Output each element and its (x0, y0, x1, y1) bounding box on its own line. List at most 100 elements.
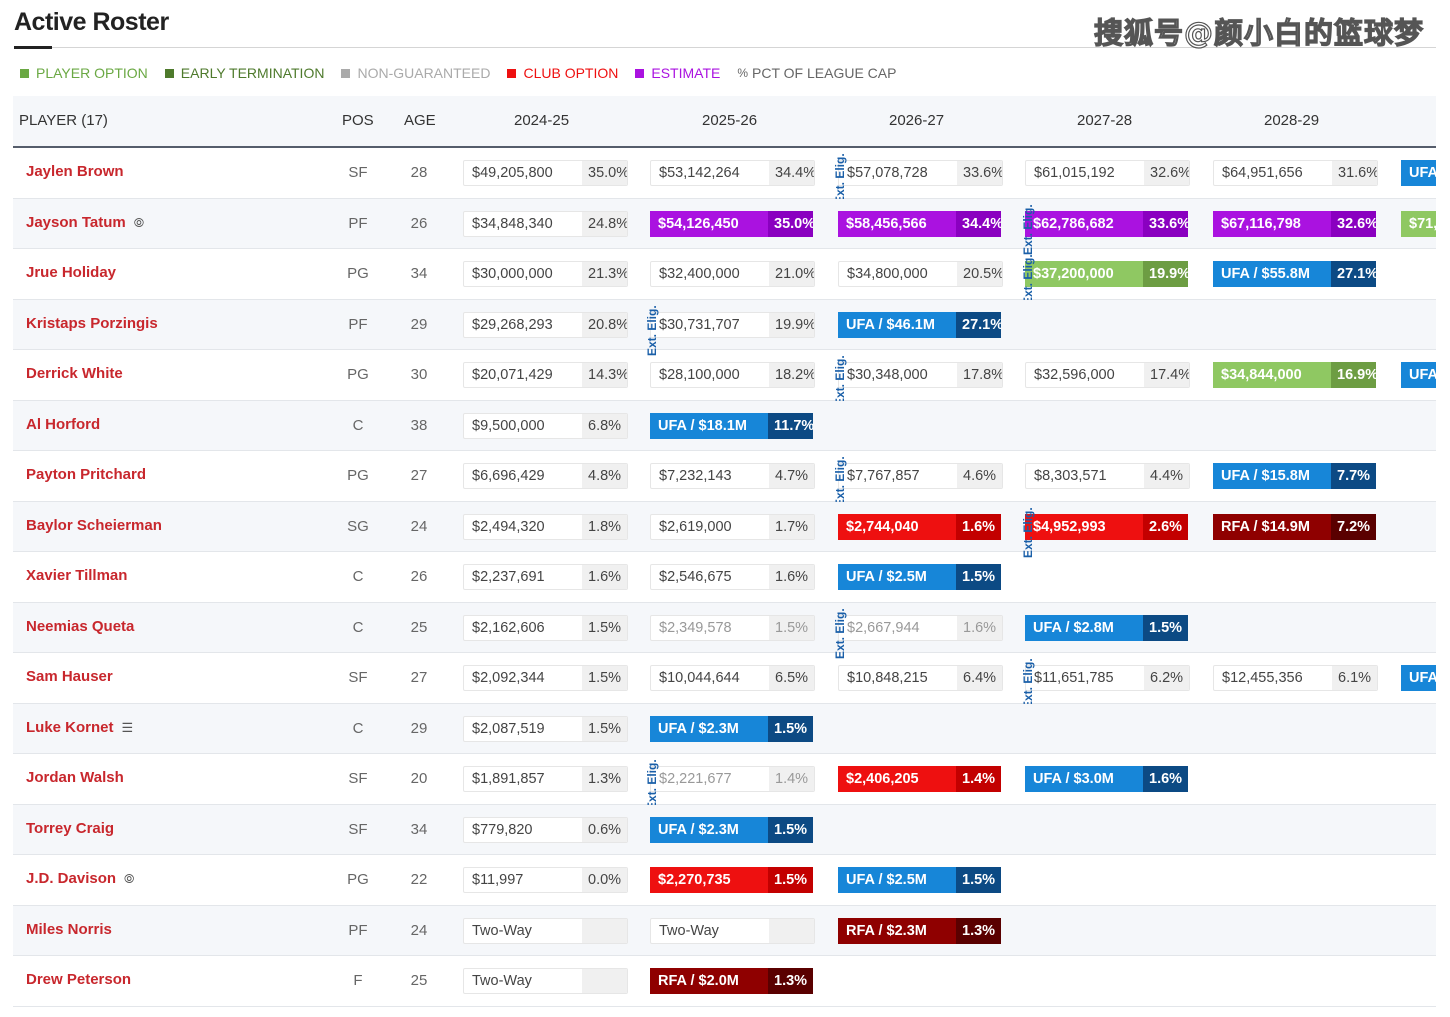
player-name-link[interactable]: Jrue Holiday (26, 264, 116, 281)
salary-cell[interactable]: UFA / $2.5M 1.5% (838, 867, 1001, 893)
player-name-link[interactable]: Jordan Walsh (26, 769, 124, 786)
salary-cell[interactable]: $62,786,682 33.6% (1025, 210, 1188, 237)
player-name-link[interactable]: Neemias Queta (26, 618, 134, 635)
salary-cell[interactable]: $30,731,707 19.9% (650, 311, 815, 338)
salary-cell[interactable]: Two-Way (463, 917, 628, 944)
salary-cell[interactable]: UFA / $2.3M 1.5% (650, 816, 813, 843)
player-name-link[interactable]: Luke Kornet ☰ (26, 719, 133, 736)
header-season-2026-27[interactable]: 2026-27 (889, 112, 944, 129)
salary-cell[interactable]: UFA (1401, 362, 1436, 388)
salary-cell[interactable]: $2,092,344 1.5% (463, 665, 628, 691)
salary-cell[interactable]: $1,891,857 1.3% (463, 766, 628, 792)
salary-cell[interactable]: $2,087,519 1.5% (463, 715, 628, 742)
salary-cell[interactable]: $11,651,785 6.2% (1025, 665, 1190, 691)
salary-cell[interactable]: UFA / $18.1M 11.7% (650, 412, 813, 439)
salary-cell[interactable]: $34,844,000 16.9% (1213, 362, 1376, 388)
salary-cell[interactable]: $32,596,000 17.4% (1025, 362, 1190, 388)
salary-cell[interactable]: $2,406,205 1.4% (838, 766, 1001, 792)
salary-cell[interactable]: $34,800,000 20.5% (838, 261, 1003, 287)
salary-cell[interactable]: $7,232,143 4.7% (650, 463, 815, 489)
salary-cell[interactable]: $58,456,566 34.4% (838, 210, 1001, 237)
player-name-link[interactable]: Drew Peterson (26, 971, 131, 988)
player-name-link[interactable]: Torrey Craig (26, 820, 114, 837)
salary-cell[interactable]: $61,015,192 32.6% (1025, 160, 1190, 186)
salary-cell[interactable]: UFA / $3.0M 1.6% (1025, 766, 1188, 792)
salary-cell[interactable]: $2,667,944 1.6% (838, 614, 1003, 641)
salary-cell[interactable]: $49,205,800 35.0% (463, 160, 628, 186)
percent-icon: % (737, 66, 749, 80)
salary-cell[interactable]: $6,696,429 4.8% (463, 463, 628, 489)
header-season-2027-28[interactable]: 2027-28 (1077, 112, 1132, 129)
salary-cell[interactable]: $29,268,293 20.8% (463, 311, 628, 338)
salary-cell[interactable]: Two-Way (650, 917, 815, 944)
salary-cell[interactable]: UFA / $46.1M 27.1% (838, 311, 1001, 338)
player-name-link[interactable]: Al Horford (26, 416, 100, 433)
salary-cell[interactable]: $2,744,040 1.6% (838, 513, 1001, 540)
salary-cell[interactable]: $2,162,606 1.5% (463, 614, 628, 641)
salary-cell[interactable]: $28,100,000 18.2% (650, 362, 815, 388)
salary-cap-pct: 7.2% (1331, 513, 1376, 540)
player-name-link[interactable]: Payton Pritchard (26, 466, 146, 483)
player-name-link[interactable]: Xavier Tillman (26, 567, 127, 584)
salary-cell[interactable]: $8,303,571 4.4% (1025, 463, 1190, 489)
header-season-2028-29[interactable]: 2028-29 (1264, 112, 1319, 129)
salary-cell[interactable]: $2,237,691 1.6% (463, 564, 628, 590)
salary-cell[interactable]: $34,848,340 24.8% (463, 210, 628, 237)
salary-cell[interactable]: $9,500,000 6.8% (463, 412, 628, 439)
salary-cell[interactable]: RFA / $14.9M 7.2% (1213, 513, 1376, 540)
salary-cell[interactable]: UFA / $2.5M 1.5% (838, 564, 1001, 590)
player-name-link[interactable]: Derrick White (26, 365, 123, 382)
salary-cell[interactable]: $2,494,320 1.8% (463, 513, 628, 540)
salary-cell[interactable]: UFA / $55.8M 27.1% (1213, 261, 1376, 287)
salary-cell[interactable]: $11,997 0.0% (463, 867, 628, 893)
header-season-2025-26[interactable]: 2025-26 (702, 112, 757, 129)
salary-cell[interactable]: $71, (1401, 210, 1436, 237)
salary-cell[interactable]: $37,200,000 19.9% (1025, 261, 1188, 287)
header-season-2024-25[interactable]: 2024-25 (514, 112, 569, 129)
trade-kicker-icon[interactable]: ⦾ (134, 215, 144, 231)
salary-cell[interactable]: $10,848,215 6.4% (838, 665, 1003, 691)
salary-cell[interactable]: $32,400,000 21.0% (650, 261, 815, 287)
salary-cell[interactable]: $20,071,429 14.3% (463, 362, 628, 388)
salary-cap-pct: 20.5% (957, 262, 1002, 286)
document-icon[interactable]: ☰ (122, 720, 134, 736)
salary-cell[interactable]: $12,455,356 6.1% (1213, 665, 1378, 691)
salary-cell[interactable]: UFA / $15.8M 7.7% (1213, 463, 1376, 489)
salary-cell[interactable]: RFA / $2.0M 1.3% (650, 968, 813, 994)
player-name-link[interactable]: J.D. Davison ⦾ (26, 870, 134, 887)
salary-cell[interactable]: $7,767,857 4.6% (838, 463, 1003, 489)
salary-cell[interactable]: $53,142,264 34.4% (650, 160, 815, 186)
salary-cell[interactable]: $30,348,000 17.8% (838, 362, 1003, 388)
player-name-link[interactable]: Jayson Tatum ⦾ (26, 214, 144, 231)
header-pos[interactable]: POS (342, 112, 374, 129)
player-name-link[interactable]: Miles Norris (26, 921, 112, 938)
trade-kicker-icon[interactable]: ⦾ (124, 871, 134, 887)
header-player[interactable]: PLAYER (17) (19, 112, 108, 129)
player-name-link[interactable]: Kristaps Porzingis (26, 315, 158, 332)
salary-cell[interactable]: UFA / $2.8M 1.5% (1025, 614, 1188, 641)
salary-cell[interactable]: $2,349,578 1.5% (650, 614, 815, 641)
salary-cell[interactable]: $779,820 0.6% (463, 816, 628, 843)
salary-cell[interactable]: $64,951,656 31.6% (1213, 160, 1378, 186)
salary-cell[interactable]: UFA (1401, 160, 1436, 186)
player-name-link[interactable]: Sam Hauser (26, 668, 113, 685)
salary-cell[interactable]: $30,000,000 21.3% (463, 261, 628, 287)
salary-cell[interactable]: $2,546,675 1.6% (650, 564, 815, 590)
salary-cell[interactable]: UFA / $2.3M 1.5% (650, 715, 813, 742)
salary-cell[interactable]: $57,078,728 33.6% (838, 160, 1003, 186)
salary-cell[interactable]: $54,126,450 35.0% (650, 210, 813, 237)
salary-cell[interactable]: RFA / $2.3M 1.3% (838, 917, 1001, 944)
header-age[interactable]: AGE (404, 112, 436, 129)
salary-cell[interactable]: UFA (1401, 665, 1436, 691)
salary-cell[interactable]: $2,619,000 1.7% (650, 513, 815, 540)
salary-cap-pct: 4.8% (582, 464, 627, 488)
salary-cell[interactable]: Two-Way (463, 968, 628, 994)
player-name-link[interactable]: Baylor Scheierman (26, 517, 162, 534)
salary-cell[interactable]: $2,270,735 1.5% (650, 867, 813, 893)
salary-cell[interactable]: $10,044,644 6.5% (650, 665, 815, 691)
salary-cell[interactable]: $4,952,993 2.6% (1025, 513, 1188, 540)
salary-cell[interactable]: $67,116,798 32.6% (1213, 210, 1376, 237)
player-name-link[interactable]: Jaylen Brown (26, 163, 124, 180)
salary-amount: UFA / $18.1M (650, 412, 768, 439)
salary-cell[interactable]: $2,221,677 1.4% (650, 766, 815, 792)
